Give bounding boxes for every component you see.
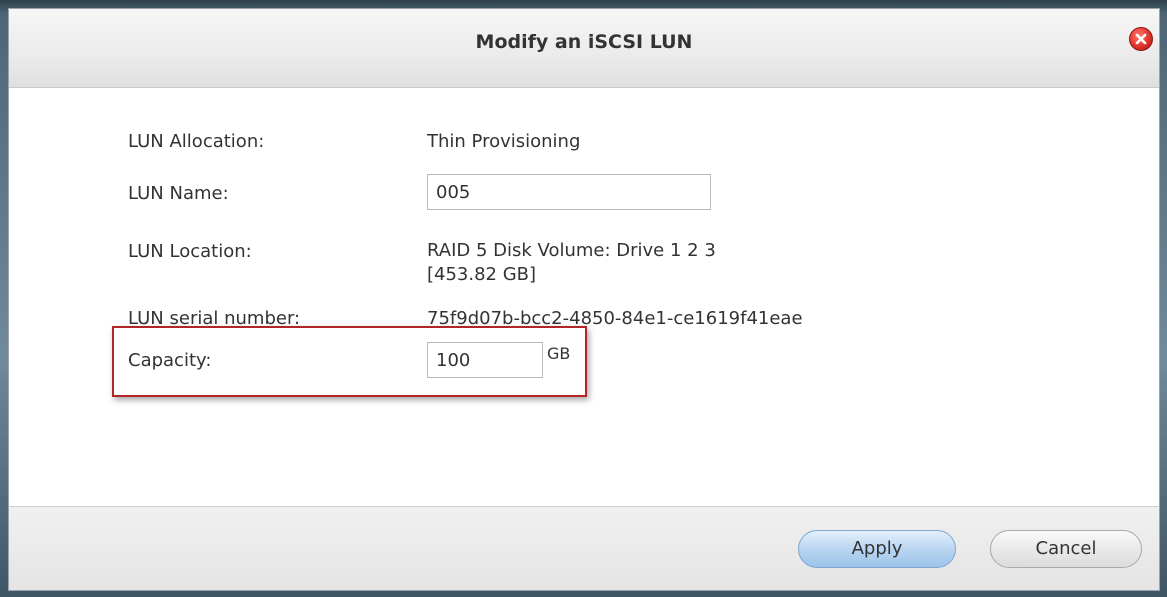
cancel-button[interactable]: Cancel (990, 530, 1142, 568)
lun-location-value-line1: RAID 5 Disk Volume: Drive 1 2 3 (427, 240, 716, 261)
lun-name-label: LUN Name: (128, 183, 229, 204)
close-icon[interactable] (1129, 27, 1153, 51)
dialog-titlebar: Modify an iSCSI LUN (9, 9, 1159, 88)
dialog-footer: Apply Cancel (9, 506, 1159, 590)
capacity-input[interactable] (427, 342, 543, 378)
lun-location-value-line2: [453.82 GB] (427, 264, 537, 285)
capacity-label: Capacity: (128, 350, 212, 371)
lun-allocation-label: LUN Allocation: (128, 131, 265, 152)
apply-button[interactable]: Apply (798, 530, 956, 568)
capacity-unit: GB (547, 344, 571, 363)
lun-allocation-value: Thin Provisioning (427, 131, 581, 152)
lun-name-input[interactable] (427, 174, 711, 210)
dialog-content: LUN Allocation: Thin Provisioning LUN Na… (9, 88, 1159, 505)
modify-lun-dialog: Modify an iSCSI LUN LUN Allocation: Thin… (8, 8, 1160, 591)
lun-location-label: LUN Location: (128, 241, 252, 262)
dialog-title: Modify an iSCSI LUN (475, 31, 693, 53)
